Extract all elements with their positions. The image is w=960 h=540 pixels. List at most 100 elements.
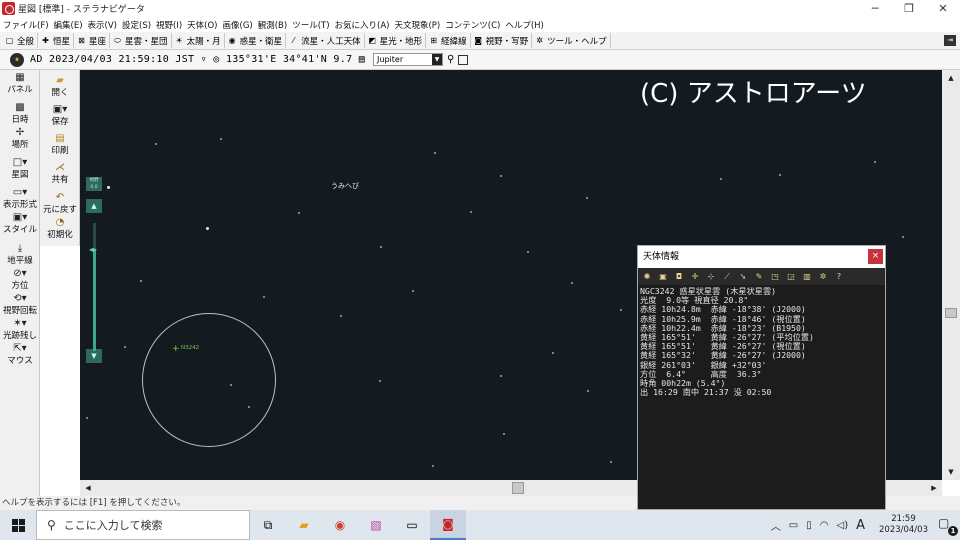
menu-favorites[interactable]: お気に入り(A) xyxy=(335,19,390,31)
menu-file[interactable]: ファイル(F) xyxy=(3,19,49,31)
horizontal-scroll-thumb[interactable] xyxy=(512,482,524,494)
save-button[interactable]: ▣▾ 保存 xyxy=(40,102,80,127)
magnitude-display[interactable]: 9.7 xyxy=(333,54,352,65)
menu-objects[interactable]: 天体(O) xyxy=(187,19,217,31)
paint-icon[interactable]: ▧ xyxy=(358,510,394,540)
taskbar-search-input[interactable]: ⚲ ここに入力して検索 xyxy=(36,510,250,540)
zoom-slider-handle[interactable]: ◂▸ xyxy=(89,245,100,253)
toolbar-planets-button[interactable]: ◉ 惑星・衛星 xyxy=(225,33,287,48)
toolbar-nebulae-button[interactable]: ⬭ 星雲・星団 xyxy=(110,33,172,48)
fov-rotate-button[interactable]: ⟲▾ 視野回転 xyxy=(0,291,40,316)
windows-start-icon[interactable] xyxy=(0,510,36,540)
toolbar-general-button[interactable]: ▢ 全般 xyxy=(2,33,39,48)
location-button[interactable]: ✢ 場所 xyxy=(0,125,40,150)
pin-icon[interactable]: ⏸ xyxy=(10,52,24,67)
chevron-up-icon[interactable]: ︿ xyxy=(771,518,781,533)
toolbar-constellations-button[interactable]: ⊠ 星座 xyxy=(74,33,111,48)
help-icon[interactable]: ? xyxy=(832,270,846,283)
mouse-button[interactable]: ⇱▾ マウス xyxy=(0,341,40,366)
close-button[interactable]: ✕ xyxy=(926,0,960,17)
menu-contents[interactable]: コンテンツ(C) xyxy=(445,19,500,31)
datetime-button[interactable]: ▩ 日時 xyxy=(0,100,40,125)
toolbar-fov-button[interactable]: ◙ 視野・写野 xyxy=(471,33,533,48)
task-view-icon[interactable]: ⧉ xyxy=(250,510,286,540)
starmap-button[interactable]: □▾ 星図 xyxy=(0,155,40,180)
arrow-icon[interactable]: ➘ xyxy=(736,270,750,283)
stellanavigator-taskbar-icon[interactable]: ◙ xyxy=(430,510,466,540)
panel-button[interactable]: ▦ パネル xyxy=(0,70,40,95)
zoom-badge[interactable]: 視野 0.0 xyxy=(86,177,102,191)
chrome-icon[interactable]: ◉ xyxy=(322,510,358,540)
menu-help[interactable]: ヘルプ(H) xyxy=(505,19,544,31)
print-button[interactable]: ▤ 印刷 xyxy=(40,131,80,156)
toolbar-stars-button[interactable]: ✚ 恒星 xyxy=(38,33,75,48)
ime-indicator[interactable]: A xyxy=(856,518,865,533)
orbit-icon[interactable]: ⟋ xyxy=(720,270,734,283)
toolbar-tools-help-button[interactable]: ✲ ツール・ヘルプ xyxy=(532,33,611,48)
toolbar-landscape-button[interactable]: ◩ 星光・地形 xyxy=(365,33,427,48)
restore-button[interactable]: ❐ xyxy=(892,0,926,17)
menu-image[interactable]: 画像(G) xyxy=(223,19,253,31)
taskbar-clock[interactable]: 21:59 2023/04/03 xyxy=(879,514,928,536)
wifi-icon[interactable]: ◠ xyxy=(820,520,829,531)
menu-observe[interactable]: 観測(B) xyxy=(258,19,287,31)
reset-button[interactable]: ◔ 初期化 xyxy=(40,215,80,240)
share-button[interactable]: ⋌ 共有 xyxy=(40,160,80,185)
open-button[interactable]: ▰ 開く xyxy=(40,73,80,98)
location-display[interactable]: 135°31'E 34°41'N xyxy=(226,54,327,65)
battery-icon[interactable]: ▭ xyxy=(789,520,798,531)
window-small-icon[interactable]: ◳ xyxy=(768,270,782,283)
notification-icon[interactable]: ▢ 1 xyxy=(938,516,958,536)
scroll-down-icon[interactable]: ▼ xyxy=(944,466,958,478)
target-crosshair-icon[interactable]: + xyxy=(172,344,180,354)
style-button[interactable]: ▣▾ スタイル xyxy=(0,210,40,235)
app-window-icon[interactable]: ▭ xyxy=(394,510,430,540)
note-icon[interactable]: ▥ xyxy=(800,270,814,283)
display-format-button[interactable]: ▭▾ 表示形式 xyxy=(0,185,40,210)
crosshair-icon[interactable]: ✛ xyxy=(688,270,702,283)
menu-fov[interactable]: 視野(I) xyxy=(156,19,182,31)
window-large-icon[interactable]: ◲ xyxy=(784,270,798,283)
menu-edit[interactable]: 編集(E) xyxy=(54,19,83,31)
scroll-right-icon[interactable]: ▶ xyxy=(928,482,940,494)
timezone-dropdown-icon[interactable]: ▿ ◎ xyxy=(194,54,226,65)
undo-button[interactable]: ↶ 元に戻す xyxy=(40,190,80,215)
horizon-button[interactable]: ⤓ 地平線 xyxy=(0,241,40,266)
search-icon[interactable]: ⚲ xyxy=(447,54,454,65)
info-panel-close-button[interactable]: × xyxy=(868,249,883,264)
constellation-label[interactable]: うみへび xyxy=(331,181,359,191)
toolbar-collapse-icon[interactable]: ⇥ xyxy=(944,35,956,46)
toolbar-grid-button[interactable]: ⊞ 経緯線 xyxy=(426,33,471,48)
device-icon[interactable]: ▯ xyxy=(806,520,812,531)
toolbar-meteors-button[interactable]: ⁄ 流星・人工天体 xyxy=(286,33,365,48)
style-icon: ▣▾ xyxy=(12,212,28,223)
object-search-input[interactable]: Jupiter ▼ xyxy=(373,53,444,66)
settings-icon[interactable]: ✲ xyxy=(816,270,830,283)
center-icon[interactable]: ✺ xyxy=(640,270,654,283)
file-explorer-icon[interactable]: ▰ xyxy=(286,510,322,540)
zoom-in-button[interactable]: ▲ xyxy=(86,199,102,213)
list-icon[interactable] xyxy=(458,54,469,65)
scroll-left-icon[interactable]: ◀ xyxy=(82,482,94,494)
track-icon[interactable]: ⊹ xyxy=(704,270,718,283)
datetime-display[interactable]: AD 2023/04/03 21:59:10 JST xyxy=(30,54,194,65)
menu-settings[interactable]: 設定(S) xyxy=(122,19,151,31)
chevron-down-icon[interactable]: ▼ xyxy=(432,54,443,65)
zoom-fit-icon[interactable]: ▣ xyxy=(656,270,670,283)
scroll-up-icon[interactable]: ▲ xyxy=(944,72,958,84)
target-label[interactable]: N3242 xyxy=(181,345,199,351)
pen-icon[interactable]: ✎ xyxy=(752,270,766,283)
menu-view[interactable]: 表示(V) xyxy=(88,19,117,31)
zoom-slider[interactable]: ◂▸ xyxy=(89,223,97,351)
direction-button[interactable]: ⊘▾ 方位 xyxy=(0,266,40,291)
menu-tools[interactable]: ツール(T) xyxy=(292,19,329,31)
menu-phenomena[interactable]: 天文現象(P) xyxy=(394,19,440,31)
photo-icon[interactable]: ◘ xyxy=(672,270,686,283)
minimize-button[interactable]: ─ xyxy=(858,0,892,17)
trail-button[interactable]: ✶▾ 光跡残し xyxy=(0,316,40,341)
vertical-scrollbar[interactable]: ▲ ▼ xyxy=(942,70,960,480)
toolbar-sun-moon-button[interactable]: ☀ 太陽・月 xyxy=(172,33,225,48)
volume-icon[interactable]: ◁) xyxy=(837,520,849,531)
zoom-out-button[interactable]: ▼ xyxy=(86,349,102,363)
vertical-scroll-thumb[interactable] xyxy=(945,308,957,318)
